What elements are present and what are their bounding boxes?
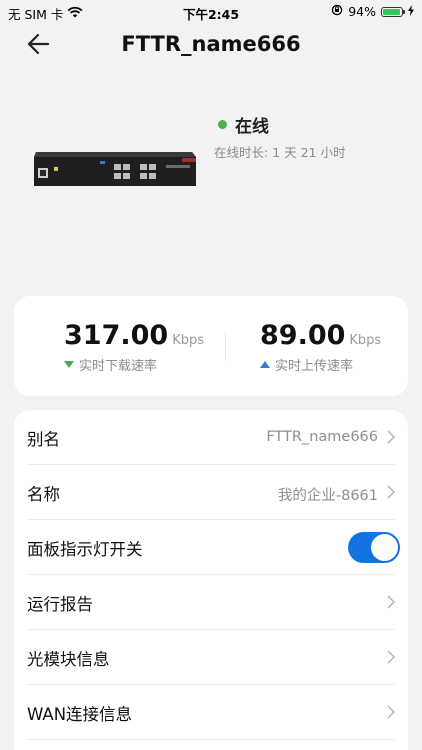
alias-row[interactable]: 别名 FTTR_name666 (14, 410, 408, 465)
online-status-text: 在线 (235, 117, 269, 137)
chevron-right-icon (387, 650, 396, 664)
chevron-right-icon (387, 595, 396, 609)
download-speed-value: 317.00 (64, 320, 169, 351)
panel-light-label: 面板指示灯开关 (27, 540, 143, 559)
charging-icon (408, 4, 414, 19)
download-speed-label-row: 实时下载速率 (64, 355, 204, 374)
device-status: 在线 (218, 112, 269, 137)
upload-speed-unit: Kbps (349, 333, 382, 348)
panel-light-toggle[interactable] (348, 532, 400, 563)
wan-info-label: WAN连接信息 (27, 705, 133, 724)
status-right: 94% (331, 4, 414, 19)
rotation-lock-icon (331, 4, 343, 19)
chevron-right-icon (387, 485, 396, 499)
optical-module-row[interactable]: 光模块信息 (14, 630, 408, 685)
page-title: FTTR_name666 (121, 32, 301, 56)
battery-fill (383, 8, 400, 15)
status-bar: 无 SIM 卡 下午2:45 94% (0, 0, 422, 22)
upload-speed-label-row: 实时上传速率 (260, 355, 381, 374)
screen: 无 SIM 卡 下午2:45 94% FTTR_name666 在线 在线时长:… (0, 0, 422, 750)
settings-list: 别名 FTTR_name666 名称 我的企业-8661 面板指示灯开关 运行报… (14, 410, 408, 750)
optical-module-label: 光模块信息 (27, 650, 110, 669)
wan-info-row[interactable]: WAN连接信息 (14, 685, 408, 740)
panel-light-row: 面板指示灯开关 (14, 520, 408, 575)
download-speed-label: 实时下载速率 (79, 359, 158, 374)
alias-value: FTTR_name666 (266, 429, 378, 445)
speed-divider (225, 333, 226, 361)
download-speed: 317.00 Kbps 实时下载速率 (64, 320, 204, 374)
name-value: 我的企业-8661 (277, 488, 378, 504)
upload-speed-label: 实时上传速率 (275, 359, 354, 374)
chevron-right-icon (387, 430, 396, 444)
alias-label: 别名 (27, 430, 60, 449)
device-image (30, 148, 200, 190)
speed-card: 317.00 Kbps 实时下载速率 89.00 Kbps 实时上传速率 (14, 296, 408, 396)
online-status-dot (218, 120, 227, 129)
upload-arrow-icon (260, 361, 270, 368)
toggle-knob (371, 534, 398, 561)
download-speed-unit: Kbps (172, 333, 205, 348)
name-row[interactable]: 名称 我的企业-8661 (14, 465, 408, 520)
name-label: 名称 (27, 485, 60, 504)
download-arrow-icon (64, 361, 74, 368)
header: FTTR_name666 (0, 22, 422, 66)
upload-speed: 89.00 Kbps 实时上传速率 (260, 320, 381, 374)
uptime-text: 在线时长: 1 天 21 小时 (214, 145, 346, 160)
upload-speed-value: 89.00 (260, 320, 346, 351)
run-report-label: 运行报告 (27, 595, 93, 614)
battery-icon (381, 6, 405, 17)
battery-percent: 94% (348, 4, 376, 19)
run-report-row[interactable]: 运行报告 (14, 575, 408, 630)
chevron-right-icon (387, 705, 396, 719)
row-divider (27, 739, 395, 740)
